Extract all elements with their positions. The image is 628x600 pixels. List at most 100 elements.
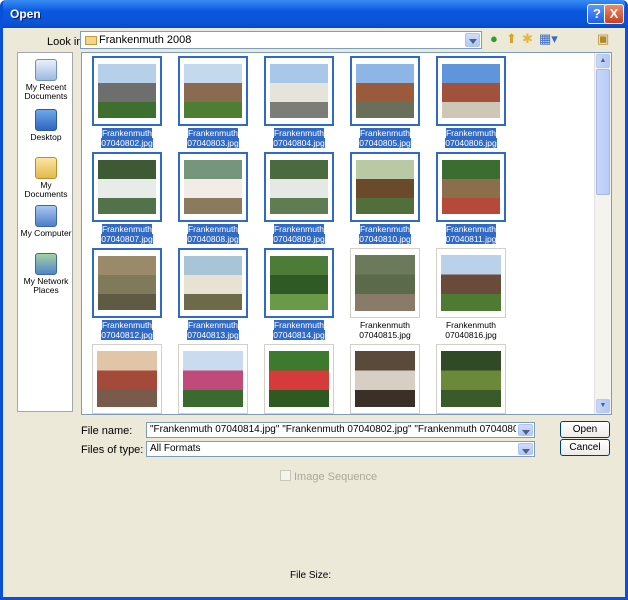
up-folder-icon[interactable]: ⬆: [506, 31, 517, 47]
photo-preview: [183, 351, 243, 407]
file-name-label: Frankenmuth 07040813.jpg: [176, 320, 250, 340]
file-name-label: Frankenmuth 07040804.jpg: [262, 128, 336, 148]
file-name-text: Frankenmuth 07040812.jpg: [101, 320, 153, 340]
thumbnail-frame: [264, 56, 334, 126]
place-desktop[interactable]: Desktop: [18, 109, 74, 142]
file-name-text: Frankenmuth 07040815.jpg: [359, 320, 411, 340]
recent-documents-icon: [35, 59, 57, 81]
look-in-combo[interactable]: Frankenmuth 2008: [80, 31, 482, 49]
file-name-text: Frankenmuth 07040810.jpg: [359, 224, 411, 244]
cancel-button[interactable]: Cancel: [560, 439, 610, 456]
image-sequence-checkbox[interactable]: Image Sequence: [280, 470, 377, 483]
file-list-view[interactable]: Frankenmuth 07040802.jpg Frankenmuth 070408…: [81, 52, 612, 415]
file-name-label: Frankenmuth 07040805.jpg: [348, 128, 422, 148]
file-size-label: File Size:: [290, 570, 332, 581]
thumbnail-frame: [92, 248, 162, 318]
close-button[interactable]: X: [604, 4, 624, 24]
place-recent-documents[interactable]: My Recent Documents: [18, 59, 74, 101]
file-name-label: Frankenmuth 07040808.jpg: [176, 224, 250, 244]
photo-preview: [184, 160, 242, 214]
photo-preview: [441, 351, 501, 407]
photo-preview: [184, 64, 242, 118]
photo-preview: [184, 256, 242, 310]
file-name-label: Frankenmuth 07040807.jpg: [90, 224, 164, 244]
place-label: My Computer: [20, 228, 72, 238]
thumbnail-frame: [264, 344, 334, 414]
open-dialog: Open ? X Look in: Frankenmuth 2008 ● ⬆ ✱…: [0, 0, 628, 600]
folder-icon: [85, 36, 97, 45]
photo-preview: [98, 160, 156, 214]
thumbnail-frame: [178, 344, 248, 414]
file-name-label: Frankenmuth 07040802.jpg: [90, 128, 164, 148]
file-name-label: Frankenmuth 07040806.jpg: [434, 128, 508, 148]
files-of-type-value: All Formats: [150, 443, 201, 454]
chevron-down-icon[interactable]: [518, 424, 533, 436]
image-sequence-label: Image Sequence: [294, 471, 378, 483]
thumbnail-frame: [92, 152, 162, 222]
new-folder-icon[interactable]: ✱: [522, 31, 533, 47]
thumbnail-frame: [264, 248, 334, 318]
file-name-label: Frankenmuth 07040810.jpg: [348, 224, 422, 244]
place-label: My Documents: [24, 180, 68, 199]
place-my-computer[interactable]: My Computer: [18, 205, 74, 238]
file-name-text: Frankenmuth 07040808.jpg: [187, 224, 239, 244]
place-network-places[interactable]: My Network Places: [18, 253, 74, 295]
views-menu-icon[interactable]: ▦▾: [539, 31, 558, 47]
scroll-thumb[interactable]: [596, 69, 610, 195]
back-icon[interactable]: ●: [490, 31, 498, 47]
photo-preview: [269, 351, 329, 407]
place-my-documents[interactable]: My Documents: [18, 157, 74, 199]
open-button[interactable]: Open: [560, 421, 610, 438]
scroll-down-icon[interactable]: ▼: [596, 399, 610, 413]
checkbox-icon: [280, 470, 291, 481]
file-name-text: Frankenmuth 07040813.jpg: [187, 320, 239, 340]
photo-preview: [442, 160, 500, 214]
scroll-up-icon[interactable]: ▲: [596, 54, 610, 68]
thumbnail-frame: [350, 344, 420, 414]
photo-preview: [356, 160, 414, 214]
file-name-text: Frankenmuth 07040806.jpg: [445, 128, 497, 148]
file-name-label: Frankenmuth 07040812.jpg: [90, 320, 164, 340]
file-name-text: Frankenmuth 07040816.jpg: [445, 320, 497, 340]
my-computer-icon: [35, 205, 57, 227]
thumbnail-frame: [92, 344, 162, 414]
files-of-type-select[interactable]: All Formats: [146, 441, 535, 457]
thumbnail-frame: [178, 152, 248, 222]
chevron-down-icon[interactable]: [518, 443, 533, 455]
network-places-icon: [35, 253, 57, 275]
thumbnail-frame: [264, 152, 334, 222]
file-name-label: Frankenmuth 07040809.jpg: [262, 224, 336, 244]
files-of-type-label: Files of type:: [81, 444, 144, 456]
look-in-value: Frankenmuth 2008: [99, 34, 192, 46]
vertical-scrollbar[interactable]: ▲ ▼: [594, 53, 611, 414]
file-name-label: Frankenmuth 07040815.jpg: [348, 320, 422, 340]
photo-preview: [355, 255, 415, 311]
photo-preview: [270, 160, 328, 214]
photo-preview: [355, 351, 415, 407]
thumbnail-frame: [436, 344, 506, 414]
places-bar: My Recent Documents Desktop My Documents…: [17, 52, 73, 412]
file-name-label: Frankenmuth 07040816.jpg: [434, 320, 508, 340]
chevron-down-icon[interactable]: [465, 33, 480, 47]
file-name-value: "Frankenmuth 07040814.jpg" "Frankenmuth …: [150, 424, 516, 435]
photo-preview: [98, 64, 156, 118]
file-name-text: Frankenmuth 07040809.jpg: [273, 224, 325, 244]
photo-preview: [356, 64, 414, 118]
file-name-text: Frankenmuth 07040802.jpg: [101, 128, 153, 148]
file-name-input[interactable]: "Frankenmuth 07040814.jpg" "Frankenmuth …: [146, 422, 535, 438]
place-label: My Network Places: [23, 276, 69, 295]
file-name-text: Frankenmuth 07040805.jpg: [359, 128, 411, 148]
file-name-text: Frankenmuth 07040811.jpg: [445, 224, 497, 244]
place-label: My Recent Documents: [24, 82, 68, 101]
photo-preview: [98, 256, 156, 310]
photo-preview: [97, 351, 157, 407]
thumbnail-frame: [350, 248, 420, 318]
photo-preview: [270, 64, 328, 118]
thumbnail-frame: [350, 56, 420, 126]
folder-options-icon[interactable]: ▣: [597, 31, 609, 47]
thumbnail-frame: [92, 56, 162, 126]
file-name-label: Frankenmuth 07040803.jpg: [176, 128, 250, 148]
title-bar[interactable]: Open ? X: [3, 0, 625, 28]
photo-preview: [442, 64, 500, 118]
my-documents-icon: [35, 157, 57, 179]
